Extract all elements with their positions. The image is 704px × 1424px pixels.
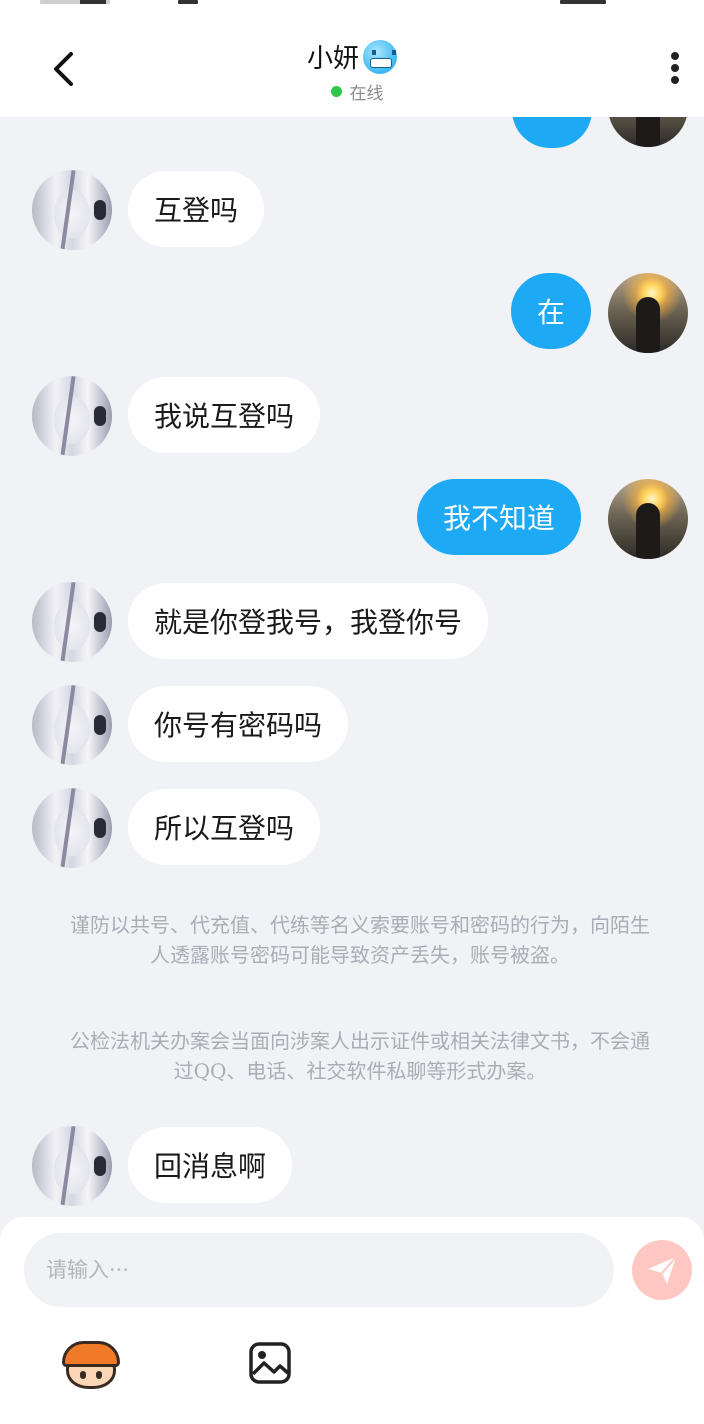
message-list[interactable]: 互登吗 在 我说互登吗 我不知道 就是你登我号，我登你号 你号有密码吗 所以互登… <box>0 117 704 1217</box>
message-bubble-outgoing[interactable]: 我不知道 <box>417 479 582 555</box>
my-avatar[interactable] <box>608 479 688 559</box>
composer <box>0 1217 704 1424</box>
cold-face-emoji-icon <box>363 39 397 74</box>
sticker-button[interactable] <box>62 1341 120 1389</box>
message-bubble-incoming[interactable]: 你号有密码吗 <box>128 686 349 762</box>
more-vertical-icon <box>671 52 679 60</box>
more-options-button[interactable] <box>660 48 690 88</box>
message-bubble-incoming[interactable]: 回消息啊 <box>128 1127 293 1203</box>
send-icon <box>648 1256 677 1284</box>
my-avatar[interactable] <box>608 273 688 353</box>
contact-avatar[interactable] <box>32 788 112 868</box>
contact-avatar[interactable] <box>32 1126 112 1206</box>
contact-avatar[interactable] <box>32 376 112 456</box>
send-button[interactable] <box>632 1240 692 1300</box>
online-status-text: 在线 <box>349 84 384 104</box>
contact-info[interactable]: 小妍 在线 <box>0 38 704 104</box>
contact-avatar[interactable] <box>32 685 112 765</box>
message-input[interactable] <box>24 1233 614 1307</box>
message-bubble-outgoing[interactable]: 在 <box>511 273 592 349</box>
contact-avatar[interactable] <box>32 170 112 250</box>
message-bubble-outgoing-partial[interactable] <box>512 117 592 148</box>
status-icons-right <box>560 0 606 4</box>
legal-notice: 公检法机关办案会当面向涉案人出示证件或相关法律文书，不会通过QQ、电话、社交软件… <box>70 1029 650 1083</box>
image-button[interactable] <box>248 1341 292 1385</box>
message-bubble-incoming[interactable]: 就是你登我号，我登你号 <box>128 583 489 659</box>
signal-strength-icon <box>80 0 106 4</box>
message-bubble-incoming[interactable]: 互登吗 <box>128 171 265 247</box>
security-notice: 谨防以共号、代充值、代练等名义索要账号和密码的行为，向陌生人透露账号密码可能导致… <box>70 913 650 967</box>
chat-header: 小妍 在线 <box>0 0 704 117</box>
battery-icon <box>178 0 198 4</box>
message-bubble-incoming[interactable]: 我说互登吗 <box>128 377 321 453</box>
online-status-dot <box>330 86 342 97</box>
message-bubble-incoming[interactable]: 所以互登吗 <box>128 789 321 865</box>
image-icon <box>249 1342 291 1384</box>
status-bar <box>0 0 704 8</box>
contact-avatar[interactable] <box>32 582 112 662</box>
contact-name: 小妍 <box>306 44 359 74</box>
my-avatar[interactable] <box>608 117 688 147</box>
